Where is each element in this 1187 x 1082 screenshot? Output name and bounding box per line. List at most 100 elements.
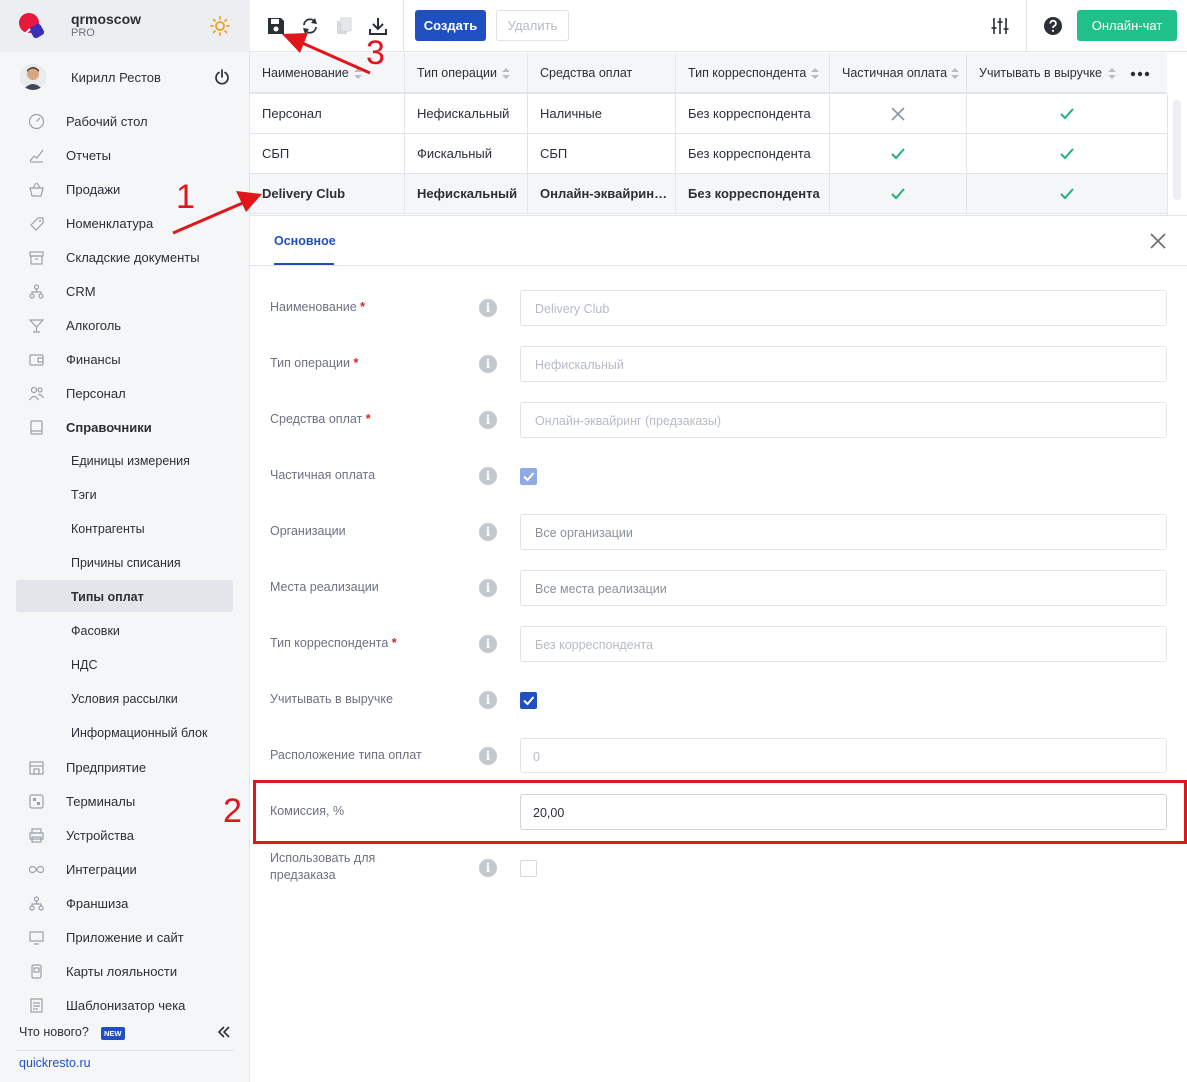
info-icon[interactable]: i	[479, 411, 497, 429]
sidebar-item-staff[interactable]: Персонал	[0, 376, 250, 410]
column-header-op-type[interactable]: Тип операции	[405, 53, 528, 94]
op-type-select[interactable]: Нефискальный	[520, 346, 1167, 382]
sidebar-item-integrations[interactable]: Интеграции	[0, 852, 250, 886]
more-options-icon[interactable]	[1130, 71, 1150, 77]
info-icon[interactable]: i	[479, 747, 497, 765]
column-settings-icon[interactable]	[990, 16, 1010, 36]
download-icon[interactable]	[368, 16, 388, 36]
sidebar-item-app-site[interactable]: Приложение и сайт	[0, 920, 250, 954]
collapse-sidebar-icon[interactable]	[217, 1025, 231, 1039]
sun-icon[interactable]	[210, 16, 230, 36]
table-scrollbar-thumb[interactable]	[1173, 100, 1181, 200]
cocktail-icon	[28, 319, 45, 333]
sidebar-item-devices[interactable]: Устройства	[0, 818, 250, 852]
sidebar-subitem-tags[interactable]: Тэги	[0, 478, 250, 512]
info-icon[interactable]: i	[479, 355, 497, 373]
column-header-revenue[interactable]: Учитывать в выручке	[967, 53, 1167, 94]
sidebar-subitem-contractors[interactable]: Контрагенты	[0, 512, 250, 546]
sidebar-item-terminals[interactable]: Терминалы	[0, 784, 250, 818]
sidebar-subitem-label: Фасовки	[71, 624, 120, 638]
info-icon[interactable]: i	[479, 523, 497, 541]
info-icon[interactable]: i	[479, 635, 497, 653]
sidebar-item-warehouse-docs[interactable]: Складские документы	[0, 240, 250, 274]
input-value: 0	[533, 750, 540, 764]
sidebar-item-sales[interactable]: Продажи	[0, 172, 250, 206]
toolbar-separator	[403, 0, 404, 52]
sidebar-subitem-mailing-conditions[interactable]: Условия рассылки	[0, 682, 250, 716]
sidebar-subitem-vat[interactable]: НДС	[0, 648, 250, 682]
save-icon[interactable]	[266, 16, 286, 36]
sidebar-item-receipt-templates[interactable]: Шаблонизатор чека	[0, 988, 250, 1022]
sidebar-item-directories[interactable]: Справочники	[0, 410, 250, 444]
table-row-selected[interactable]: Delivery Club Нефискальный Онлайн-эквайр…	[250, 174, 1167, 214]
sort-icon[interactable]	[354, 68, 362, 79]
sort-icon[interactable]	[811, 68, 819, 79]
refresh-icon[interactable]	[300, 16, 320, 36]
sidebar-subitem-info-block[interactable]: Информационный блок	[0, 716, 250, 750]
sidebar-item-franchise[interactable]: Франшиза	[0, 886, 250, 920]
sidebar-item-crm[interactable]: CRM	[0, 274, 250, 308]
column-header-corr-type[interactable]: Тип корреспондента	[676, 53, 830, 94]
sidebar-item-alcohol[interactable]: Алкоголь	[0, 308, 250, 342]
cell-op-type: Нефискальный	[405, 174, 528, 214]
brand-logo-icon[interactable]	[18, 12, 46, 40]
sidebar-subitem-writeoff-reasons[interactable]: Причины списания	[0, 546, 250, 580]
payment-method-select[interactable]: Онлайн-эквайринг (предзаказы)	[520, 402, 1167, 438]
toolbar-separator	[1026, 0, 1027, 52]
sort-icon[interactable]	[951, 68, 959, 79]
user-name[interactable]: Кирилл Рестов	[71, 70, 161, 85]
sidebar-item-reports[interactable]: Отчеты	[0, 138, 250, 172]
table-header: Наименование Тип операции Средства оплат…	[250, 53, 1167, 94]
sidebar-item-finance[interactable]: Финансы	[0, 342, 250, 376]
column-header-partial[interactable]: Частичная оплата	[830, 53, 967, 94]
correspondent-type-select[interactable]: Без корреспондента	[520, 626, 1167, 662]
info-icon[interactable]: i	[479, 299, 497, 317]
info-icon[interactable]: i	[479, 691, 497, 709]
sidebar-item-label: Складские документы	[66, 250, 200, 265]
name-input[interactable]: Delivery Club	[520, 290, 1167, 326]
table-row[interactable]: Персонал Нефискальный Наличные Без корре…	[250, 94, 1167, 134]
position-input[interactable]: 0	[520, 738, 1167, 773]
help-icon[interactable]	[1043, 16, 1063, 36]
use-for-preorder-checkbox[interactable]	[520, 860, 537, 877]
online-chat-button[interactable]: Онлайн-чат	[1077, 10, 1177, 41]
sort-icon[interactable]	[1108, 68, 1116, 79]
create-button[interactable]: Создать	[415, 10, 486, 41]
delete-button[interactable]: Удалить	[496, 10, 569, 41]
sidebar-item-label: Номенклатура	[66, 216, 154, 231]
sidebar-item-nomenclature[interactable]: Номенклатура	[0, 206, 250, 240]
people-icon	[28, 386, 45, 401]
count-in-revenue-checkbox[interactable]	[520, 692, 537, 709]
sidebar-subitem-payment-types[interactable]: Типы оплат	[0, 580, 250, 614]
info-icon[interactable]: i	[479, 859, 497, 877]
column-header-label: Наименование	[262, 66, 349, 80]
power-icon[interactable]	[214, 69, 230, 85]
avatar[interactable]	[20, 64, 46, 90]
table-row[interactable]: СБП Фискальный СБП Без корреспондента	[250, 134, 1167, 174]
sidebar-item-enterprise[interactable]: Предприятие	[0, 750, 250, 784]
info-icon[interactable]: i	[479, 579, 497, 597]
whats-new-link[interactable]: Что нового?	[19, 1025, 89, 1039]
sidebar-subitem-units[interactable]: Единицы измерения	[0, 444, 250, 478]
cell-name: Персонал	[250, 94, 405, 134]
cell-payment: Наличные	[528, 94, 676, 134]
column-header-payment[interactable]: Средства оплат	[528, 53, 676, 94]
site-link[interactable]: quickresto.ru	[19, 1056, 91, 1070]
sort-icon[interactable]	[502, 68, 510, 79]
info-icon[interactable]: i	[479, 467, 497, 485]
cell-text: СБП	[540, 146, 568, 161]
brand-name[interactable]: qrmoscow	[71, 11, 141, 27]
close-icon[interactable]	[1149, 232, 1167, 250]
cell-revenue	[967, 94, 1167, 134]
sidebar-item-loyalty-cards[interactable]: Карты лояльности	[0, 954, 250, 988]
sale-places-select[interactable]: Все места реализации	[520, 570, 1167, 606]
sidebar-subitem-packaging[interactable]: Фасовки	[0, 614, 250, 648]
cell-text: Наличные	[540, 106, 602, 121]
column-header-label: Тип корреспондента	[688, 66, 807, 80]
sidebar-item-dashboard[interactable]: Рабочий стол	[0, 104, 250, 138]
field-label-partial: Частичная оплата	[270, 468, 376, 482]
copy-icon[interactable]	[334, 16, 354, 36]
cell-text: СБП	[262, 146, 290, 161]
partial-payment-checkbox[interactable]	[520, 468, 537, 485]
organizations-select[interactable]: Все организации	[520, 514, 1167, 550]
